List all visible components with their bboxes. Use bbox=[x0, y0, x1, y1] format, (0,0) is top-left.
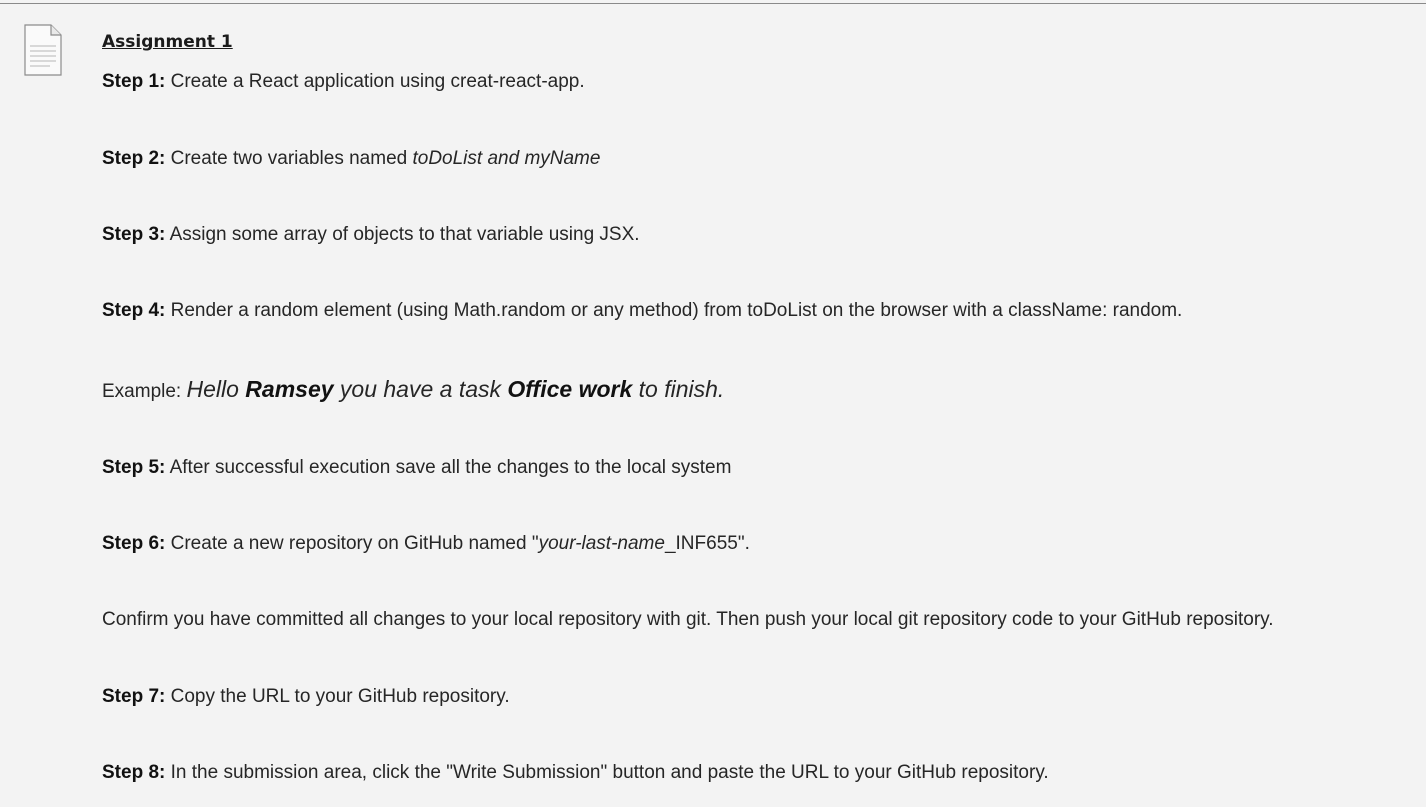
assignment-title: Assignment 1 bbox=[102, 32, 233, 52]
step-6: Step 6: Create a new repository on GitHu… bbox=[102, 532, 750, 556]
example-name: Ramsey bbox=[245, 376, 334, 402]
step-3-label: Step 3: bbox=[102, 224, 166, 245]
step-1-text: Create a React application using creat-r… bbox=[165, 71, 585, 92]
example-part-1: Hello bbox=[186, 376, 246, 402]
step-6-italic: your-last-name bbox=[538, 533, 665, 554]
step-8-label: Step 8: bbox=[102, 762, 166, 783]
step-3: Step 3: Assign some array of objects to … bbox=[102, 223, 640, 247]
step-7-text: Copy the URL to your GitHub repository. bbox=[165, 686, 510, 707]
step-1-label: Step 1: bbox=[102, 71, 166, 92]
step-2-label: Step 2: bbox=[102, 148, 166, 169]
step-6-label: Step 6: bbox=[102, 533, 166, 554]
example-part-2: you have a task bbox=[333, 376, 508, 402]
step-5-label: Step 5: bbox=[102, 457, 166, 478]
example-line: Example: Hello Ramsey you have a task Of… bbox=[102, 377, 724, 404]
step-8: Step 8: In the submission area, click th… bbox=[102, 761, 1049, 785]
example-part-3: to finish. bbox=[632, 376, 725, 402]
step-3-text: Assign some array of objects to that var… bbox=[165, 224, 640, 245]
step-5-text: After successful execution save all the … bbox=[165, 457, 732, 478]
step-4: Step 4: Render a random element (using M… bbox=[102, 299, 1182, 323]
confirm-instructions: Confirm you have committed all changes t… bbox=[102, 609, 1274, 630]
step-2-text: Create two variables named bbox=[165, 148, 413, 169]
step-6-text-pre: Create a new repository on GitHub named … bbox=[165, 533, 539, 554]
example-prefix: Example: bbox=[102, 381, 187, 402]
step-5: Step 5: After successful execution save … bbox=[102, 456, 731, 480]
step-8-text: In the submission area, click the "Write… bbox=[165, 762, 1049, 783]
example-task: Office work bbox=[507, 376, 633, 402]
step-2: Step 2: Create two variables named toDoL… bbox=[102, 147, 600, 171]
top-divider bbox=[0, 3, 1426, 4]
example-sentence: Hello Ramsey you have a task Office work… bbox=[186, 376, 724, 402]
step-7: Step 7: Copy the URL to your GitHub repo… bbox=[102, 685, 510, 709]
step-4-text: Render a random element (using Math.rand… bbox=[165, 300, 1183, 321]
step-6-text-post: _INF655". bbox=[664, 533, 750, 554]
step-4-label: Step 4: bbox=[102, 300, 166, 321]
step-2-variables: toDoList and myName bbox=[412, 148, 601, 169]
step-7-label: Step 7: bbox=[102, 686, 166, 707]
document-icon bbox=[24, 24, 62, 76]
step-1: Step 1: Create a React application using… bbox=[102, 70, 585, 94]
